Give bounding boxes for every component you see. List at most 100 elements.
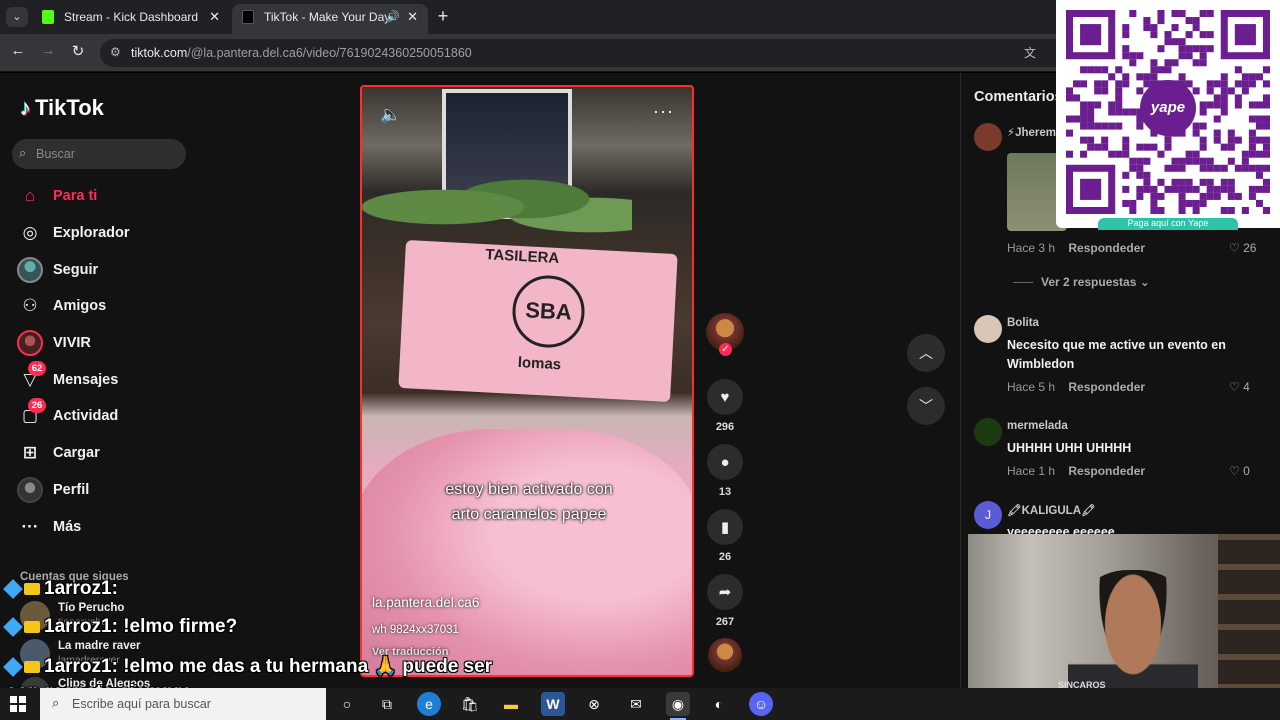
volume-icon[interactable]: 🔈: [380, 105, 401, 125]
sidebar-item-label: Actividad: [53, 408, 119, 425]
windows-start-icon[interactable]: [10, 696, 26, 712]
speaker-icon[interactable]: 🔊: [386, 4, 400, 30]
word-icon[interactable]: W: [541, 692, 565, 716]
close-icon[interactable]: ✕: [407, 4, 418, 30]
reply-button[interactable]: Respondeder: [1068, 380, 1145, 394]
chat-message: !elmo firme?: [123, 616, 238, 637]
forward-button[interactable]: →: [38, 42, 58, 59]
search-input[interactable]: [36, 144, 176, 164]
view-replies-button[interactable]: Ver 2 respuestas ⌄: [1013, 275, 1150, 289]
comment-user[interactable]: mermelada: [1007, 420, 1068, 432]
comment-user[interactable]: ⚡Jherem: [1007, 125, 1056, 139]
comment-time: Hace 1 h: [1007, 464, 1056, 478]
new-tab-button[interactable]: +: [434, 6, 452, 27]
sidebar-item-perfil[interactable]: Perfil: [16, 472, 186, 509]
url-field[interactable]: ⚙ tiktok.com/@la.pantera.del.ca6/video/7…: [100, 39, 1100, 67]
like-action[interactable]: ♥ 296: [702, 379, 748, 444]
sidebar-item-label: Seguir: [53, 261, 99, 278]
avatar[interactable]: [974, 315, 1002, 343]
music-disc-avatar[interactable]: [708, 638, 742, 672]
discord-icon[interactable]: ☺: [749, 692, 773, 716]
xbox-icon[interactable]: ⊗: [582, 692, 606, 716]
compass-icon: ◎: [22, 223, 38, 243]
shirt-logo-text: SBA: [510, 273, 587, 350]
bookmark-icon[interactable]: ▮: [707, 509, 743, 545]
crown-badge-icon: [24, 582, 40, 595]
heart-icon[interactable]: ♥: [707, 379, 743, 415]
more-options-icon[interactable]: ···: [653, 101, 674, 122]
comment-like[interactable]: ♡ 26: [1229, 241, 1256, 255]
like-count: 296: [715, 421, 735, 433]
messages-badge: 62: [28, 361, 46, 377]
video-scene-plant: [362, 167, 632, 247]
reply-button[interactable]: Respondeder: [1068, 241, 1145, 255]
reload-button[interactable]: ↻: [68, 42, 88, 60]
comment-meta: Hace 5 h Respondeder: [1007, 380, 1145, 394]
task-view-icon[interactable]: ⧉: [375, 692, 399, 716]
comment-like[interactable]: ♡ 0: [1229, 464, 1250, 478]
comment-time: Hace 3 h: [1007, 241, 1056, 255]
avatar[interactable]: [974, 123, 1002, 151]
tab-search-button[interactable]: ⌄: [6, 7, 28, 27]
edge-icon[interactable]: e: [417, 692, 441, 716]
sidebar-item-vivir[interactable]: VIVIR: [16, 325, 186, 362]
previous-video-button[interactable]: ︿: [907, 334, 945, 372]
tab-title: TikTok - Make Your Day: [264, 10, 391, 24]
comment-action[interactable]: ● 13: [702, 444, 748, 509]
file-explorer-icon[interactable]: ▬: [499, 692, 523, 716]
next-video-button[interactable]: ﹀: [907, 387, 945, 425]
upload-icon: ⊞: [22, 443, 38, 463]
comment-user[interactable]: 🖍KALIGULA🖍: [1007, 503, 1096, 517]
url-text: tiktok.com/@la.pantera.del.ca6/video/761…: [131, 46, 472, 60]
comment-user[interactable]: Bolita: [1007, 317, 1039, 329]
comment-icon[interactable]: ●: [707, 444, 743, 480]
sidebar-item-label: Perfil: [53, 481, 90, 498]
sidebar-item-actividad[interactable]: ▢ 26 Actividad: [16, 398, 186, 435]
chat-line: 1arroz1: !elmo firme?: [3, 616, 238, 638]
sidebar-item-mensajes[interactable]: ▽ 62 Mensajes: [16, 361, 186, 398]
video-caption: estoy bien activado con arto caramelos p…: [362, 477, 692, 527]
obs-icon[interactable]: ◐: [707, 692, 731, 716]
tab-kick-dashboard[interactable]: Stream - Kick Dashboard ✕: [32, 4, 230, 34]
kick-icon: [42, 10, 54, 24]
mail-icon[interactable]: ✉: [624, 692, 648, 716]
comment-time: Hace 5 h: [1007, 380, 1056, 394]
tab-tiktok[interactable]: TikTok - Make Your Day 🔊 ✕: [232, 4, 428, 34]
taskbar-search-input[interactable]: [72, 694, 312, 714]
sidebar-item-mas[interactable]: ··· Más: [16, 508, 186, 545]
store-icon[interactable]: 🛍: [458, 692, 482, 716]
share-action[interactable]: ➦ 267: [702, 574, 748, 639]
sidebar-item-para-ti[interactable]: ⌂ Para ti: [16, 178, 186, 215]
video-scene-shirt: TASILERA SBA lomas: [398, 239, 678, 403]
creator-avatar[interactable]: ✓: [706, 313, 744, 356]
sidebar-item-explorador[interactable]: ◎ Explorador: [16, 215, 186, 252]
sidebar-item-label: VIVIR: [53, 335, 91, 352]
save-action[interactable]: ▮ 26: [702, 509, 748, 574]
back-button[interactable]: ←: [8, 42, 28, 59]
yape-pay-button[interactable]: Paga aquí con Yape: [1098, 218, 1238, 230]
following-avatar-icon: [16, 256, 44, 284]
sidebar-item-amigos[interactable]: ⚇ Amigos: [16, 288, 186, 325]
taskbar-search[interactable]: ⌕: [40, 688, 326, 720]
follow-plus-icon[interactable]: ✓: [719, 343, 732, 356]
close-icon[interactable]: ✕: [209, 4, 220, 30]
share-icon[interactable]: ➦: [707, 574, 743, 610]
avatar[interactable]: [974, 418, 1002, 446]
comment-text: Necesito que me active un evento en Wimb…: [1007, 338, 1226, 371]
avatar[interactable]: J: [974, 501, 1002, 529]
comment-like-count: 4: [1243, 380, 1250, 394]
search-box[interactable]: ⌕: [12, 139, 186, 169]
sidebar-item-label: Cargar: [53, 445, 100, 462]
chat-line: 1arroz1: !elmo me das a tu hermana 🙏 pue…: [3, 654, 492, 678]
comment-like[interactable]: ♡ 4: [1229, 380, 1250, 394]
sidebar-item-cargar[interactable]: ⊞ Cargar: [16, 435, 186, 472]
tiktok-icon: [242, 10, 254, 24]
sidebar-item-seguir[interactable]: Seguir: [16, 251, 186, 288]
chrome-icon[interactable]: ◉: [666, 692, 690, 720]
reply-button[interactable]: Respondeder: [1068, 464, 1145, 478]
translate-icon[interactable]: 文: [1024, 44, 1036, 61]
cortana-icon[interactable]: ○: [335, 692, 359, 716]
tiktok-logo[interactable]: ♪ TikTok: [20, 95, 104, 121]
site-info-icon[interactable]: ⚙: [110, 45, 121, 59]
sidebar-item-label: Amigos: [53, 298, 107, 315]
